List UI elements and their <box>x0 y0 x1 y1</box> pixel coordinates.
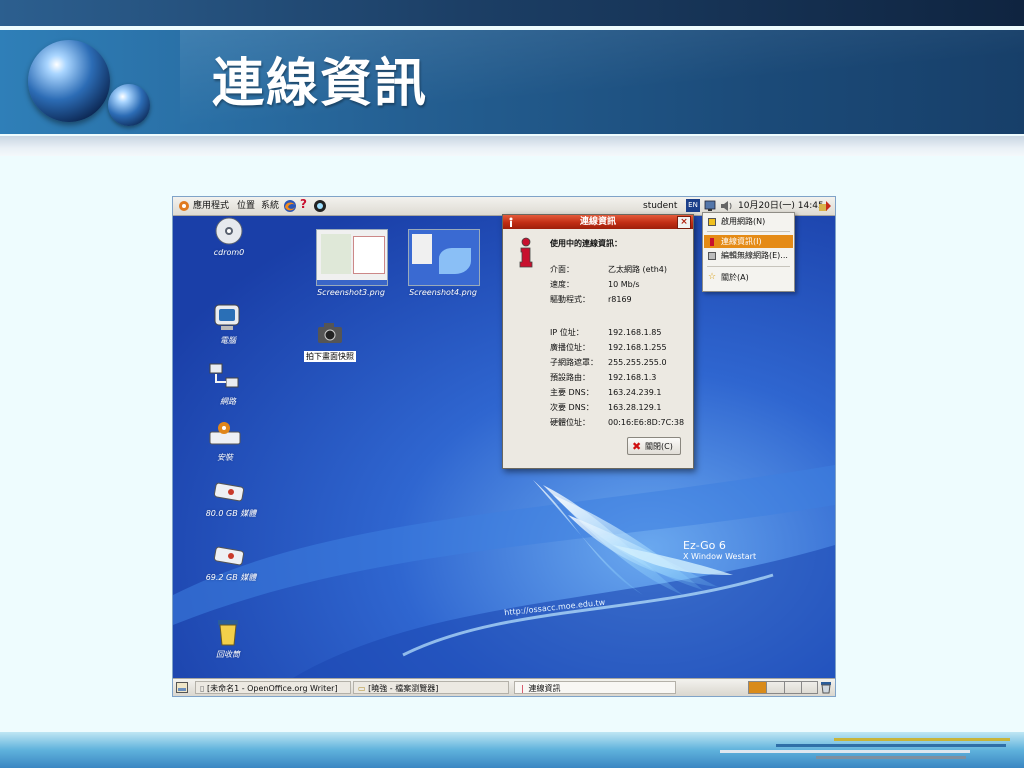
desktop-icon-label: 網路 <box>220 397 236 406</box>
info-row: 預設路由： 192.168.1.3 <box>550 373 657 382</box>
trash-applet-icon[interactable] <box>820 681 832 694</box>
user-name[interactable]: student <box>643 200 677 212</box>
menu-separator <box>707 266 790 267</box>
info-row: 硬體位址： 00:16:E6:8D:7C:38 <box>550 418 685 427</box>
menu-item-about[interactable]: ☆ 關於(A) <box>704 271 793 284</box>
bottom-panel: ▯ [未命名1 - OpenOffice.org Writer] ▭ [曉強 -… <box>173 678 835 696</box>
slide-top-bar <box>0 0 1024 26</box>
harddisk-icon[interactable] <box>213 543 245 569</box>
slide-header-band <box>0 30 1024 134</box>
harddisk-icon[interactable] <box>213 479 245 505</box>
info-row: 廣播位址： 192.168.1.255 <box>550 343 667 352</box>
folder-icon: ▭ <box>358 684 369 693</box>
task-writer[interactable]: ▯ [未命名1 - OpenOffice.org Writer] <box>195 681 351 694</box>
connection-info-dialog: 連線資訊 × 使用中的連線資訊： 介面： 乙太網路 (eth4) 速度： 10 Mb… <box>502 214 694 469</box>
document-icon: ▯ <box>200 684 207 693</box>
cdrom-icon[interactable] <box>214 216 244 246</box>
screenshot-thumbnail[interactable] <box>408 229 480 286</box>
edit-icon <box>708 252 716 260</box>
foot-menu-icon <box>179 201 189 211</box>
desktop-icon-label: 69.2 GB 媒體 <box>205 573 257 582</box>
info-row: 驅動程式： r8169 <box>550 295 632 304</box>
menu-places[interactable]: 位置 <box>237 200 255 212</box>
close-icon[interactable]: × <box>677 216 691 229</box>
dialog-title: 連線資訊 <box>579 217 616 227</box>
dialog-titlebar[interactable]: 連線資訊 × <box>503 215 693 229</box>
network-icon[interactable] <box>208 362 242 392</box>
show-desktop-icon[interactable] <box>176 682 188 693</box>
menu-item-edit-wireless[interactable]: 編輯無線網路(E)... <box>704 249 793 262</box>
logo-sphere-large <box>28 40 110 122</box>
wallpaper-brand: Ez-Go 6 <box>683 539 726 552</box>
screenshot-file-label: Screenshot3.png <box>317 288 385 297</box>
desktop-screenshot: Ez-Go 6 X Window Westart http://ossacc.m… <box>173 197 835 696</box>
help-icon[interactable]: ? <box>300 198 307 210</box>
info-row: 子網路遮罩： 255.255.255.0 <box>550 358 667 367</box>
screenshot-thumbnail[interactable] <box>316 229 388 286</box>
info-row: 速度： 10 Mb/s <box>550 280 640 289</box>
slide-title: 連線資訊 <box>212 53 429 114</box>
camera-icon[interactable] <box>316 321 344 345</box>
desktop-icon-label: cdrom0 <box>213 248 245 257</box>
workspace-switcher[interactable] <box>748 681 818 694</box>
menu-system[interactable]: 系統 <box>261 200 279 212</box>
computer-icon[interactable] <box>212 303 242 333</box>
task-file-browser[interactable]: ▭ [曉強 - 檔案瀏覽器] <box>353 681 509 694</box>
info-icon <box>519 237 533 268</box>
footer-decorative-lines <box>720 738 1010 759</box>
menu-item-enable-network[interactable]: 啟用網路(N) <box>704 215 793 228</box>
close-button[interactable]: ✖ 關閉(C) <box>627 437 681 455</box>
desktop-icon-label: 80.0 GB 媒體 <box>205 509 257 518</box>
desktop-icon-label: 回收筒 <box>216 650 240 659</box>
firefox-icon[interactable] <box>283 199 297 213</box>
info-menu-icon <box>710 238 714 246</box>
menu-separator <box>707 231 790 232</box>
screenshot-file-label: Screenshot4.png <box>409 288 477 297</box>
volume-icon[interactable] <box>720 200 734 212</box>
wallpaper-subtitle: X Window Westart <box>683 552 757 561</box>
panel-clock[interactable]: 10月20日(一) 14:45 <box>738 200 824 212</box>
logout-icon[interactable] <box>818 199 832 213</box>
terminal-icon[interactable] <box>313 199 327 213</box>
installer-icon[interactable] <box>208 420 242 450</box>
info-small-icon <box>509 217 513 227</box>
dialog-heading: 使用中的連線資訊： <box>550 239 622 248</box>
menu-item-connection-info[interactable]: 連線資訊(I) <box>704 235 793 248</box>
trash-icon[interactable] <box>215 617 241 647</box>
keyboard-layout-indicator[interactable]: EN <box>686 199 700 212</box>
info-task-icon: ❘ <box>519 684 529 693</box>
info-row: 介面： 乙太網路 (eth4) <box>550 265 668 274</box>
network-monitor-icon[interactable] <box>704 200 716 212</box>
desktop-icon-label: 安裝 <box>217 453 233 462</box>
task-connection-info[interactable]: ❘ 連線資訊 <box>514 681 676 694</box>
screenshot-tool-label[interactable]: 拍下畫面快照 <box>304 351 356 362</box>
close-x-icon: ✖ <box>632 440 642 453</box>
info-row: 次要 DNS： 163.28.129.1 <box>550 403 662 412</box>
info-row: 主要 DNS： 163.24.239.1 <box>550 388 662 397</box>
info-row: IP 位址： 192.168.1.85 <box>550 328 662 337</box>
close-button-label: 關閉(C) <box>645 442 673 451</box>
desktop-icon-label: 電腦 <box>220 336 236 345</box>
checkbox-icon <box>708 218 716 226</box>
star-icon: ☆ <box>708 272 717 282</box>
logo-sphere-small <box>108 84 150 126</box>
menu-applications[interactable]: 應用程式 <box>193 200 229 212</box>
network-applet-menu: 啟用網路(N) 連線資訊(I) 編輯無線網路(E)... ☆ 關於(A) <box>702 212 795 292</box>
slide-header-underline <box>0 136 1024 156</box>
